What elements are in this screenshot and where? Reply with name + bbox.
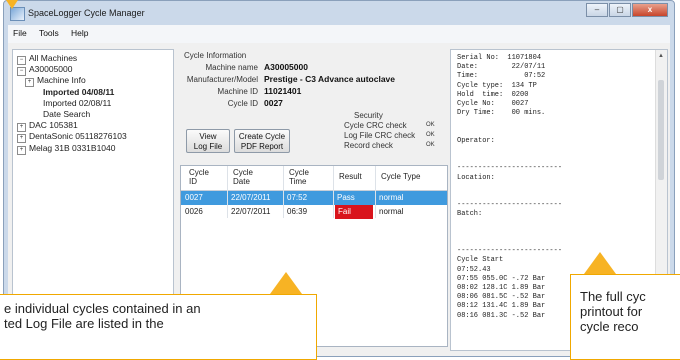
right-callout-arrow-icon (584, 252, 616, 274)
manufacturer-value: Prestige - C3 Advance autoclave (264, 74, 396, 84)
cell-result: Fail (335, 205, 373, 219)
tree-item-label: DentaSonic 05118276103 (29, 131, 127, 142)
tree-item[interactable]: Date Search (43, 109, 90, 119)
top-marker-arrow-icon (6, 0, 18, 9)
cell-date: 22/07/2011 (231, 207, 271, 216)
tree-item[interactable]: − A30005000 (17, 64, 73, 77)
logfile-crc-label: Log File CRC check (344, 131, 416, 140)
security-panel: Security Cycle CRC check OK Log File CRC… (344, 109, 444, 153)
logfile-crc-status: OK (426, 132, 435, 138)
machine-name-value: A30005000 (264, 62, 308, 72)
col-header-cycle-time[interactable]: Cycle Time (289, 168, 309, 186)
machine-name-label: Machine name (205, 63, 258, 72)
table-row[interactable]: 0027 22/07/2011 07:52 Pass normal (181, 191, 447, 205)
right-callout-line3: cycle reco (580, 319, 639, 334)
create-report-line2: PDF Report (240, 142, 284, 151)
tree-item[interactable]: − All Machines (17, 53, 77, 65)
app-icon (10, 7, 25, 21)
cell-time: 07:52 (287, 193, 308, 202)
view-log-file-button[interactable]: View Log File (186, 129, 230, 153)
printout-text: Serial No: 11071804 Date: 22/07/11 Time:… (457, 54, 563, 320)
tree-item-label: All Machines (29, 53, 78, 63)
tree-item[interactable]: + DAC 105381 (17, 120, 78, 133)
record-check-label: Record check (344, 141, 393, 150)
scroll-up-arrow-icon[interactable]: ▲ (658, 53, 664, 59)
tree-item[interactable]: + DentaSonic 05118276103 (17, 131, 127, 144)
cycle-id-value: 0027 (264, 98, 283, 108)
tree-item-label: Date Search (43, 109, 91, 119)
right-callout-line2: printout for (580, 304, 643, 319)
create-report-line1: Create Cycle (238, 132, 286, 141)
cycle-crc-status: OK (426, 122, 435, 128)
left-callout-line1: e individual cycles contained in an (4, 301, 201, 316)
menu-tools[interactable]: Tools (34, 25, 64, 41)
right-callout: The full cyc printout for cycle reco (570, 274, 680, 360)
left-callout-line2: ted Log File are listed in the (4, 316, 164, 331)
left-callout-arrow-icon (270, 272, 302, 294)
title-bar[interactable]: SpaceLogger Cycle Manager – ▢ x (4, 1, 674, 25)
left-callout: e individual cycles contained in an ted … (0, 294, 317, 360)
manufacturer-label: Manufacturer/Model (186, 75, 258, 84)
minimize-button[interactable]: – (586, 3, 608, 17)
expand-icon[interactable]: + (25, 78, 34, 88)
table-row[interactable]: 0026 22/07/2011 06:39 Fail normal (181, 205, 447, 219)
col-header-cycle-id[interactable]: Cycle ID (189, 168, 209, 186)
security-heading: Security (354, 111, 383, 120)
menu-file[interactable]: File (8, 25, 32, 41)
cell-type: normal (379, 207, 404, 216)
view-log-line2: Log File (193, 142, 223, 151)
tree-item-label: Machine Info (37, 75, 86, 86)
cycle-info-heading: Cycle Information (184, 51, 247, 60)
view-log-line1: View (199, 132, 217, 141)
tree-item-label: Melag 31B 0331B1040 (29, 142, 116, 153)
cell-result: Pass (337, 193, 355, 202)
create-pdf-report-button[interactable]: Create Cycle PDF Report (234, 129, 290, 153)
table-header: Cycle ID Cycle Date Cycle Time Result Cycle… (181, 166, 447, 191)
tree-item-label: A30005000 (29, 64, 73, 75)
col-header-result[interactable]: Result (339, 172, 362, 181)
scroll-thumb[interactable] (658, 80, 664, 180)
cycle-id-label: Cycle ID (227, 99, 258, 108)
tree-item[interactable]: + Machine Info (25, 75, 86, 88)
tree-item-label: Imported 04/08/11 (43, 86, 115, 97)
expand-icon[interactable]: + (17, 145, 26, 155)
menu-bar: File Tools Help (8, 25, 670, 43)
col-header-cycle-date[interactable]: Cycle Date (233, 168, 253, 186)
close-button[interactable]: x (632, 3, 668, 17)
machine-id-label: Machine ID (217, 87, 258, 96)
tree-item[interactable]: + Melag 31B 0331B1040 (17, 143, 116, 155)
cell-date: 22/07/2011 (231, 193, 271, 202)
cell-time: 06:39 (287, 207, 308, 216)
col-header-cycle-type[interactable]: Cycle Type (381, 172, 420, 181)
tree-item[interactable]: Imported 04/08/11 (43, 87, 114, 97)
maximize-button[interactable]: ▢ (609, 3, 631, 17)
cell-type: normal (379, 193, 404, 202)
record-check-status: OK (426, 142, 435, 148)
tree-item-label: DAC 105381 (29, 120, 78, 131)
right-callout-line1: The full cyc (580, 289, 646, 304)
machine-id-value: 11021401 (264, 86, 302, 96)
tree-item-label: Imported 02/08/11 (43, 97, 112, 108)
cell-id: 0027 (185, 193, 203, 202)
cell-id: 0026 (185, 207, 203, 216)
menu-help[interactable]: Help (66, 25, 93, 41)
tree-item[interactable]: Imported 02/08/11 (43, 98, 111, 108)
cycle-crc-label: Cycle CRC check (344, 121, 407, 130)
window-title: SpaceLogger Cycle Manager (28, 8, 145, 18)
